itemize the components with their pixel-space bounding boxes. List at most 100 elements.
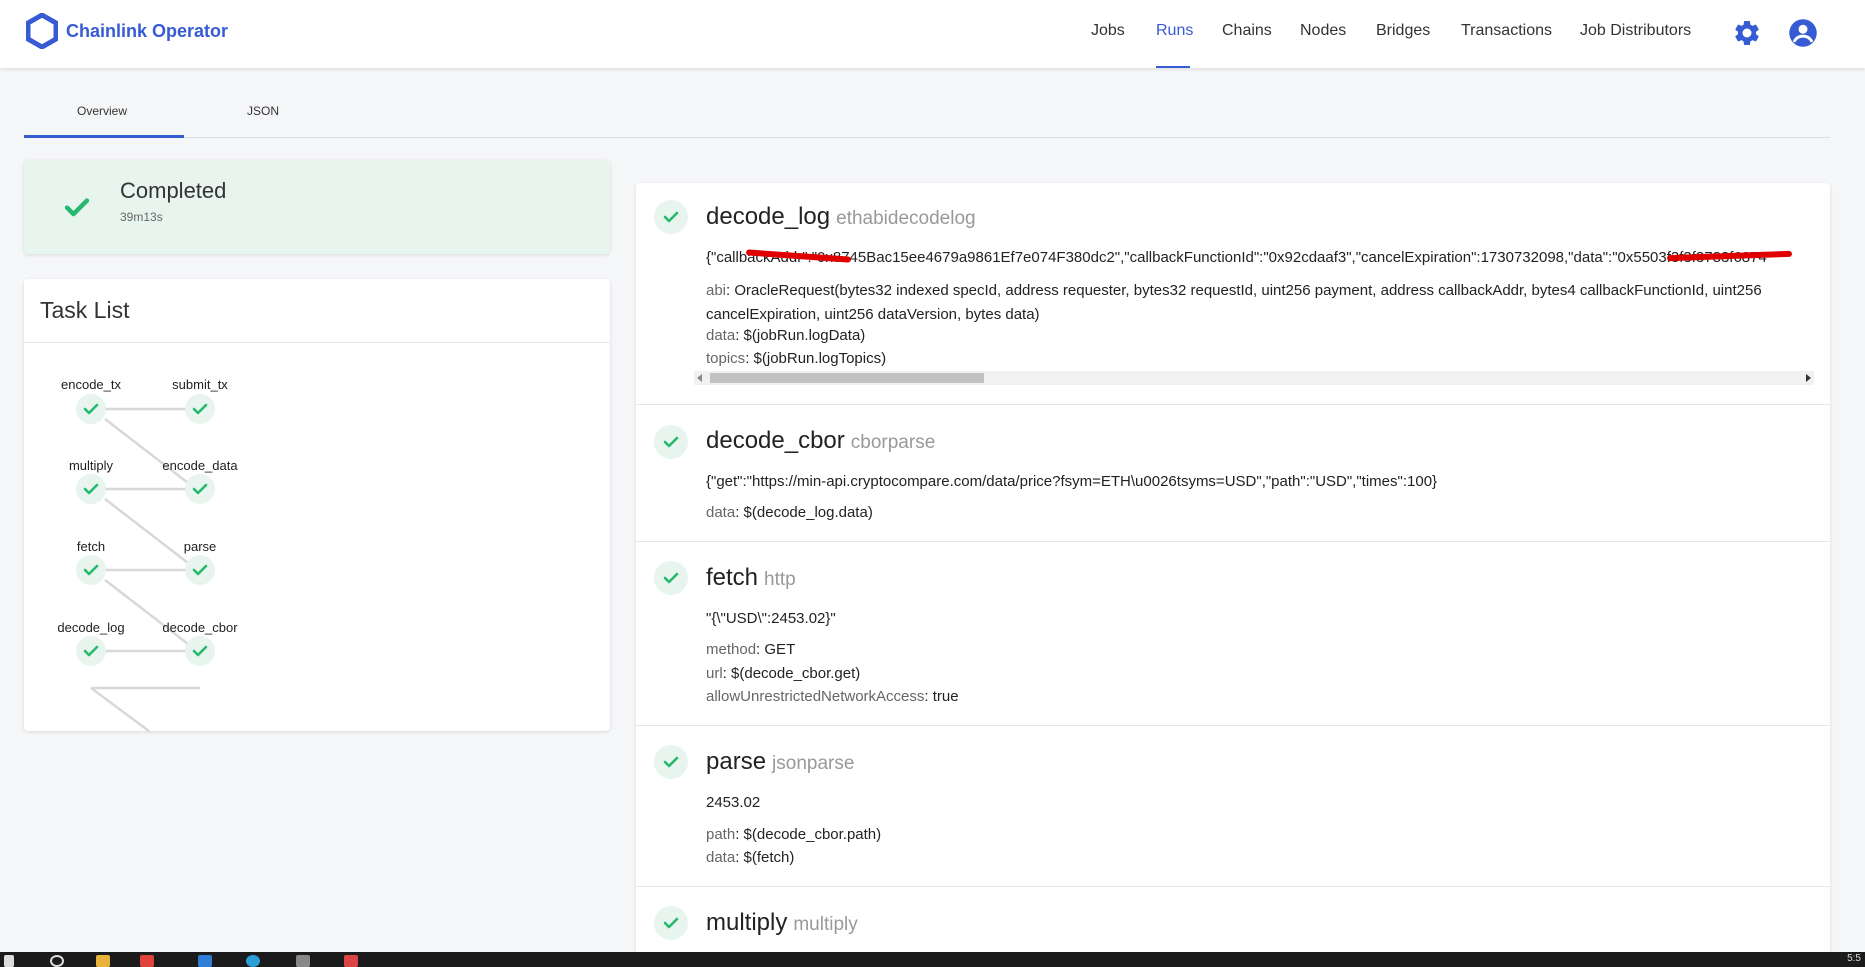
task-name: decode_log <box>706 203 831 230</box>
node-label: encode_tx <box>61 377 121 392</box>
task-card-fetch: fetch http "{\"USD\":2453.02}" method: GE… <box>636 542 1830 726</box>
nav-runs[interactable]: Runs <box>1156 22 1193 40</box>
settings-gear-icon[interactable] <box>1732 18 1762 48</box>
vscode-icon[interactable] <box>198 955 212 967</box>
task-type: multiply <box>793 914 858 935</box>
node-label: parse <box>184 539 217 554</box>
scroll-left-icon[interactable] <box>697 374 702 382</box>
node-encode_data[interactable]: encode_data <box>162 458 238 504</box>
tab-overview[interactable]: Overview <box>77 104 127 118</box>
check-icon <box>654 906 688 940</box>
nav-bridges[interactable]: Bridges <box>1376 22 1430 40</box>
task-param-topics: topics: $(jobRun.logTopics) <box>706 350 887 367</box>
task-details-panel: decode_log ethabidecodelog {"callbackAddr… <box>636 183 1830 967</box>
nav-nodes[interactable]: Nodes <box>1300 22 1346 40</box>
tab-json[interactable]: JSON <box>247 104 279 118</box>
param-key: data <box>706 849 736 866</box>
nav-job-distributors[interactable]: Job Distributors <box>1580 22 1691 40</box>
task-type: http <box>764 569 796 590</box>
param-key: method <box>706 641 757 658</box>
chainlink-logo-icon <box>26 13 58 49</box>
run-duration: 39m13s <box>120 210 163 224</box>
node-decode_log[interactable]: decode_log <box>57 620 125 666</box>
node-submit_tx[interactable]: submit_tx <box>172 377 228 424</box>
app-icon[interactable] <box>344 955 358 967</box>
node-multiply[interactable]: multiply <box>69 458 114 504</box>
task-card-decode_log: decode_log ethabidecodelog {"callbackAddr… <box>636 183 1830 405</box>
check-icon <box>654 561 688 595</box>
node-label: encode_data <box>162 458 238 473</box>
task-list-title: Task List <box>40 297 130 323</box>
check-icon <box>64 198 90 217</box>
param-key: data <box>706 327 736 344</box>
task-title: decode_cbor cborparse <box>706 427 935 455</box>
task-type: ethabidecodelog <box>836 208 976 229</box>
task-output: "{\"USD\":2453.02}" <box>706 610 836 627</box>
param-value: $(decode_log.data) <box>743 504 873 521</box>
node-encode_tx[interactable]: encode_tx <box>61 377 121 424</box>
task-title: fetch http <box>706 564 796 592</box>
param-value: $(jobRun.logData) <box>743 327 866 344</box>
task-param-method: method: GET <box>706 641 796 658</box>
tab-active-indicator <box>24 135 184 138</box>
task-param-data: data: $(fetch) <box>706 849 795 866</box>
nav-chains[interactable]: Chains <box>1222 22 1272 40</box>
node-parse[interactable]: parse <box>184 539 217 585</box>
task-name: multiply <box>706 909 788 936</box>
node-label: decode_cbor <box>162 620 238 635</box>
task-param-path: path: $(decode_cbor.path) <box>706 826 882 843</box>
param-key: path <box>706 826 736 843</box>
windows-start-icon[interactable] <box>4 955 14 967</box>
file-explorer-icon[interactable] <box>96 955 110 967</box>
task-title: parse jsonparse <box>706 748 854 776</box>
task-param-allow-unrestricted: allowUnrestrictedNetworkAccess: true <box>706 688 959 705</box>
task-output: {"get":"https://min-api.cryptocompare.co… <box>706 473 1438 490</box>
task-output: 2453.02 <box>706 794 761 811</box>
app-name: Chainlink Operator <box>66 20 229 41</box>
app-icon[interactable] <box>246 955 260 967</box>
task-list-header: Task List <box>24 279 610 343</box>
param-value: $(fetch) <box>743 849 795 866</box>
check-icon <box>654 200 688 234</box>
node-fetch[interactable]: fetch <box>76 539 106 585</box>
task-card-parse: parse jsonparse 2453.02 path: $(decode_cb… <box>636 726 1830 887</box>
node-label: submit_tx <box>172 377 228 392</box>
node-decode_cbor[interactable]: decode_cbor <box>162 620 238 666</box>
horizontal-scrollbar[interactable] <box>694 371 1814 385</box>
settings-app-icon[interactable] <box>296 955 310 967</box>
param-value: true <box>932 688 959 705</box>
task-name: fetch <box>706 564 759 591</box>
param-value: $(jobRun.logTopics) <box>753 350 887 367</box>
task-card-decode_cbor: decode_cbor cborparse {"get":"https://min… <box>636 405 1830 542</box>
task-type: cborparse <box>850 432 936 453</box>
run-status-label: Completed <box>120 178 227 203</box>
task-graph-nodes: encode_tx submit_tx multiply encode_data… <box>57 377 238 666</box>
check-icon <box>654 745 688 779</box>
node-label: fetch <box>77 539 105 554</box>
param-key: abi <box>706 282 727 299</box>
param-value: $(decode_cbor.path) <box>743 826 882 843</box>
param-value: OracleRequest(bytes32 indexed specId, ad… <box>706 282 1762 323</box>
param-value: $(decode_cbor.get) <box>731 665 861 682</box>
param-key: allowUnrestrictedNetworkAccess <box>706 688 925 705</box>
node-label: multiply <box>69 458 114 473</box>
top-app-bar: Chainlink Operator Jobs Runs Chains Node… <box>0 0 1865 68</box>
scroll-right-icon[interactable] <box>1806 374 1811 382</box>
param-value: GET <box>764 641 796 658</box>
param-key: topics <box>706 350 746 367</box>
node-label: decode_log <box>57 620 124 635</box>
task-param-abi: abi: OracleRequest(bytes32 indexed specI… <box>706 282 1762 323</box>
search-icon[interactable] <box>50 955 64 967</box>
scrollbar-thumb[interactable] <box>710 373 984 383</box>
run-status-card: Completed 39m13s <box>24 160 610 254</box>
task-name: decode_cbor <box>706 427 845 454</box>
task-title: decode_log ethabidecodelog <box>706 203 976 231</box>
nav-jobs[interactable]: Jobs <box>1091 22 1125 40</box>
check-icon <box>654 425 688 459</box>
account-circle-icon[interactable] <box>1788 18 1818 48</box>
os-taskbar: 5:5 <box>0 952 1865 967</box>
nav-transactions[interactable]: Transactions <box>1461 22 1552 40</box>
browser-app-icon[interactable] <box>140 955 154 967</box>
brand[interactable]: Chainlink Operator <box>26 13 228 49</box>
param-key: url <box>706 665 723 682</box>
